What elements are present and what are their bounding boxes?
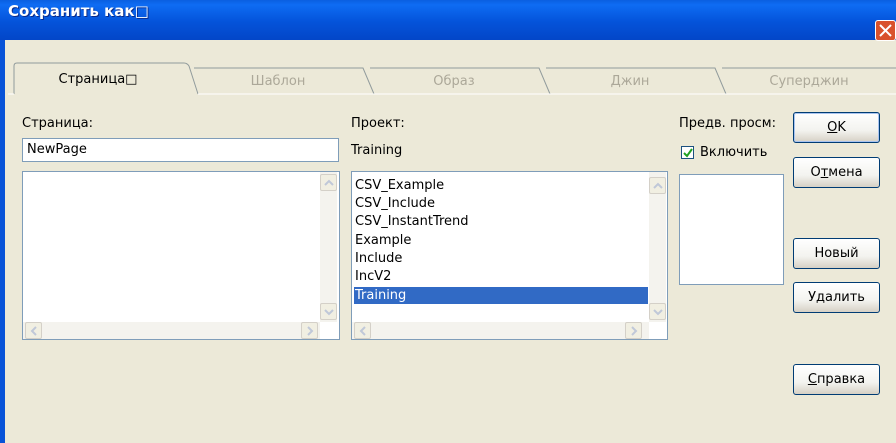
tab-page-label: Страница□ [58,71,138,87]
list-item[interactable]: CSV_Include [354,195,435,212]
scroll-left-button[interactable] [354,322,371,339]
scroll-up-button[interactable] [649,177,666,194]
tab-supergenie-label: Суперджин [769,73,849,89]
chevron-left-icon [30,326,37,336]
list-item[interactable]: CSV_InstantTrend [354,213,469,230]
chevron-down-icon [653,309,663,316]
tab-supergenie[interactable]: Суперджин [722,66,896,96]
close-button[interactable] [875,20,896,41]
tab-page[interactable]: Страница□ [14,64,182,94]
scroll-right-button[interactable] [301,322,318,339]
new-button[interactable]: Новый [793,238,880,269]
close-icon [879,24,892,37]
window-frame [0,40,5,443]
project-label: Проект: [351,116,405,131]
scroll-left-button[interactable] [25,322,42,339]
scroll-down-button[interactable] [320,303,337,320]
project-list-vscroll[interactable] [649,172,666,322]
project-current: Training [351,143,403,158]
tab-template-label: Шаблон [250,73,306,89]
tab-template[interactable]: Шаблон [194,66,362,96]
help-button[interactable]: Справка [793,364,880,395]
page-list-hscroll[interactable] [23,322,320,339]
chevron-down-icon [324,309,334,316]
project-listbox[interactable]: CSV_Example CSV_Include CSV_InstantTrend… [351,171,668,340]
chevron-right-icon [307,326,314,336]
preview-pane [679,174,784,285]
preview-enable-checkbox[interactable] [681,146,694,159]
help-button-label: правка [816,372,866,387]
scroll-down-button[interactable] [649,303,666,320]
cancel-button[interactable]: От мена [793,157,880,188]
page-label: Страница: [22,116,94,131]
list-item[interactable]: CSV_Example [354,177,444,194]
chevron-up-icon [324,179,334,186]
new-button-label: Новый [814,246,859,261]
cancel-button-hotkey: т [820,165,829,180]
cancel-button-label: мена [828,165,863,180]
scroll-right-button[interactable] [625,322,642,339]
preview-enable-label: Включить [700,145,768,160]
page-list-vscroll[interactable] [320,172,337,322]
ok-button-hotkey: O [827,120,838,135]
scroll-up-button[interactable] [320,174,337,191]
window-title: Сохранить как□ [8,2,149,20]
save-as-dialog: Сохранить как□ Страница□ Шаблон Образ Дж… [0,0,896,443]
delete-button[interactable]: Удалить [793,282,880,313]
page-name-input[interactable]: NewPage [22,138,339,162]
cancel-button-label-start: О [810,165,821,180]
chevron-up-icon [653,182,663,189]
help-button-hotkey: С [807,372,817,387]
tab-image[interactable]: Образ [370,66,538,96]
chevron-right-icon [631,326,638,336]
chevron-left-icon [359,326,366,336]
list-item-selected[interactable]: Training [354,287,648,304]
list-item[interactable]: IncV2 [354,268,391,285]
tab-image-label: Образ [433,73,475,89]
title-bar[interactable]: Сохранить как□ [0,0,896,41]
project-list-hscroll[interactable] [352,322,649,339]
delete-button-label: Удалить [808,290,865,305]
page-listbox[interactable] [22,171,340,340]
ok-button[interactable]: OK [793,112,880,143]
checkmark-icon [683,148,693,158]
list-item[interactable]: Example [354,232,411,249]
preview-label: Предв. просм: [679,116,776,131]
tab-genie-label: Джин [610,73,650,89]
ok-button-label: K [837,120,846,135]
tab-genie[interactable]: Джин [546,66,714,96]
list-item[interactable]: Include [354,250,402,267]
